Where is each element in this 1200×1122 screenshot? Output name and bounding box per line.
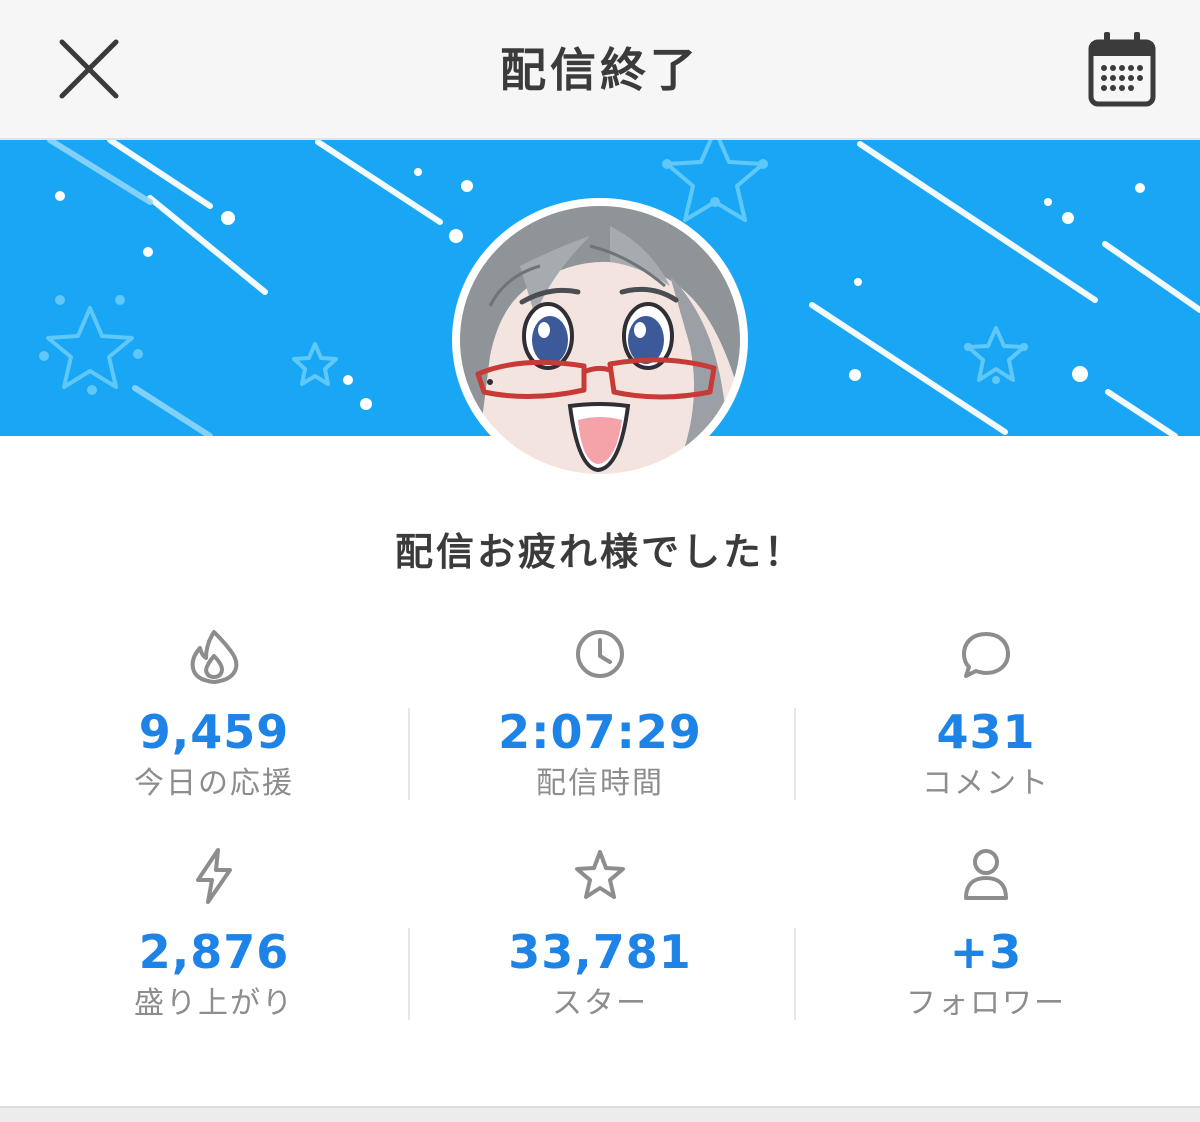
star-icon: [570, 846, 630, 906]
stat-divider: [408, 708, 410, 800]
lightning-icon: [184, 846, 244, 906]
stat-comments: 431 コメント: [836, 626, 1136, 806]
stat-excitement-value: 2,876: [138, 925, 290, 979]
close-button[interactable]: [50, 32, 130, 108]
stat-duration: 2:07:29 配信時間: [450, 626, 750, 806]
speech-bubble-icon: [956, 626, 1016, 686]
stat-duration-value: 2:07:29: [498, 705, 702, 759]
stat-comments-label: コメント: [922, 766, 1050, 801]
stat-stars-label: スター: [552, 986, 648, 1021]
header-bar: 配信終了: [0, 0, 1200, 140]
stat-excitement: 2,876 盛り上がり: [64, 846, 364, 1026]
page-title: 配信終了: [500, 43, 700, 97]
stat-divider: [794, 708, 796, 800]
stat-followers-label: フォロワー: [906, 986, 1066, 1021]
calendar-button[interactable]: [1082, 28, 1162, 112]
stat-followers: +3 フォロワー: [836, 846, 1136, 1026]
stat-duration-label: 配信時間: [536, 766, 664, 801]
stat-support: 9,459 今日の応援: [64, 626, 364, 806]
calendar-icon: [1088, 32, 1156, 107]
stat-stars: 33,781 スター: [450, 846, 750, 1026]
stat-followers-value: +3: [949, 925, 1023, 979]
stat-stars-value: 33,781: [508, 925, 692, 979]
flame-icon: [184, 626, 244, 686]
stat-divider: [794, 928, 796, 1020]
stat-support-value: 9,459: [138, 705, 290, 759]
stat-comments-value: 431: [936, 705, 1036, 759]
stat-excitement-label: 盛り上がり: [134, 986, 294, 1021]
close-icon: [59, 39, 119, 99]
person-icon: [956, 846, 1016, 906]
greeting-message: 配信お疲れ様でした！: [394, 530, 805, 574]
avatar-illustration: [460, 206, 740, 474]
stat-divider: [408, 928, 410, 1020]
avatar[interactable]: [452, 198, 748, 482]
stat-support-label: 今日の応援: [134, 766, 294, 801]
clock-icon: [570, 626, 630, 686]
